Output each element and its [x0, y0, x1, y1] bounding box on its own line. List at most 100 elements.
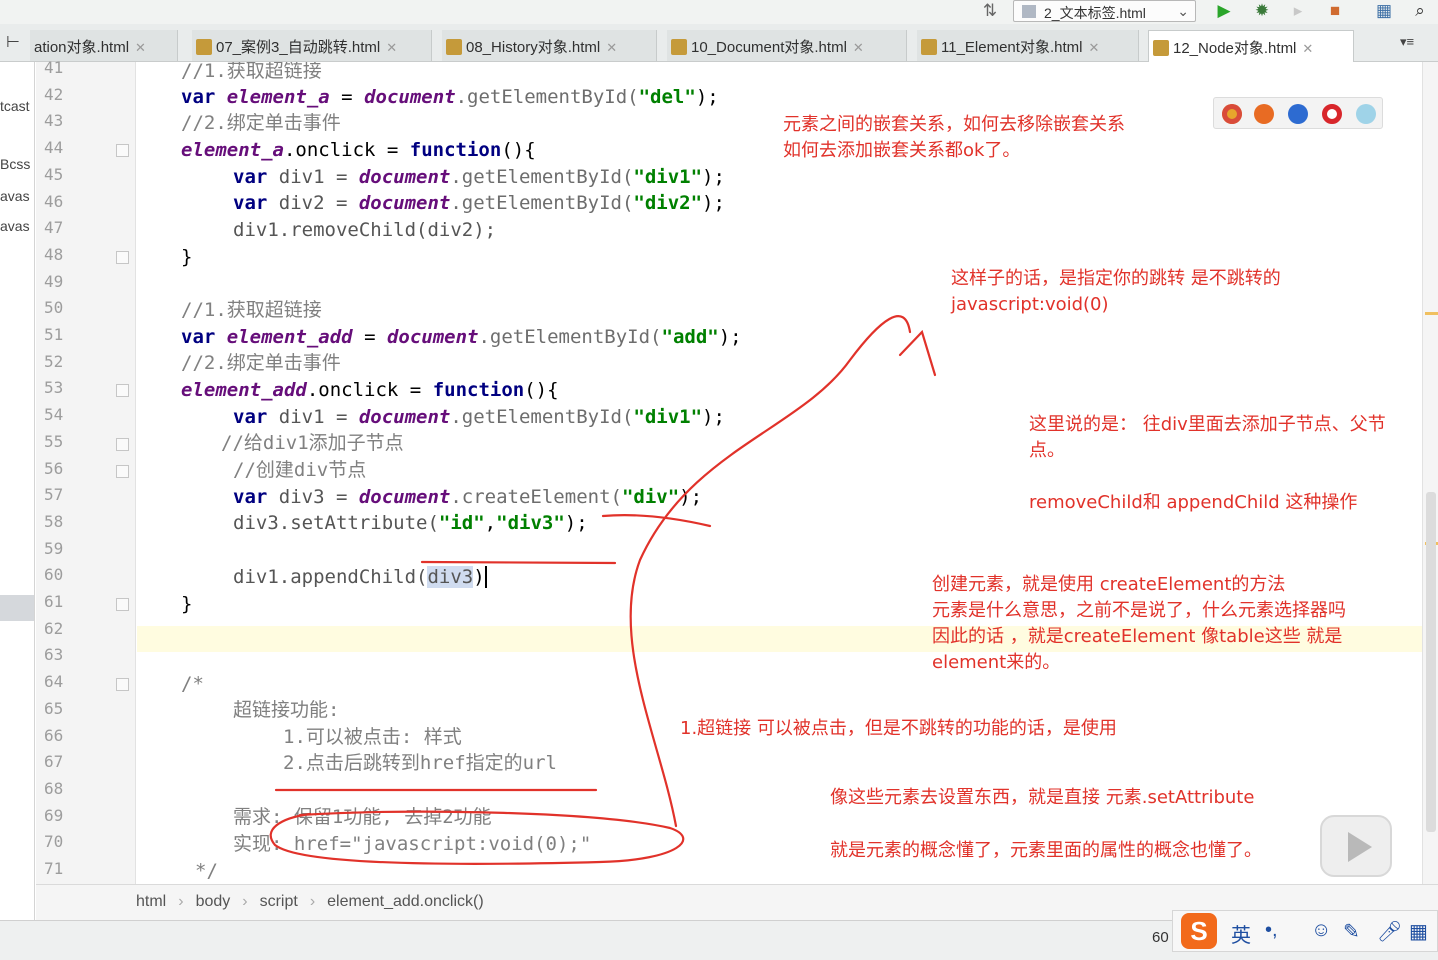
html-file-icon [1153, 40, 1169, 56]
html-file-icon [196, 39, 212, 55]
pen-icon[interactable]: ✎ [1343, 919, 1360, 944]
line-number: 51 [44, 325, 64, 344]
code-line-56: //创建div节点 [233, 459, 367, 481]
tab-label: 10_Document对象.html [691, 39, 847, 56]
run-icon[interactable]: ▶ [1214, 2, 1234, 20]
code-line-60: div1.appendChild(div3) [233, 566, 487, 588]
safari-icon[interactable] [1356, 104, 1376, 124]
editor-scrollbar[interactable] [1422, 62, 1438, 884]
emoji-icon[interactable]: ☺ [1311, 919, 1331, 942]
tab-list-icon[interactable]: ▾≡ [1400, 34, 1414, 50]
project-item[interactable]: Bcss [0, 156, 34, 172]
close-icon[interactable]: ✕ [1302, 41, 1313, 56]
annotation-concept: 就是元素的概念懂了，元素里面的属性的概念也懂了。 [830, 840, 1262, 861]
opera-icon[interactable] [1322, 104, 1342, 124]
annotation-nesting-line1: 元素之间的嵌套关系，如何去移除嵌套关系 [783, 114, 1125, 135]
project-item[interactable]: avas [0, 188, 34, 204]
tab-element[interactable]: 11_Element对象.html ✕ [917, 30, 1139, 61]
code-line-44: element_a.onclick = function(){ [181, 139, 536, 161]
fold-marker-icon[interactable] [116, 384, 129, 398]
project-item[interactable]: avas [0, 218, 34, 234]
ime-toolbar: S 英 •, ☺ ✎ 🎤︎ ▦ [1172, 910, 1438, 952]
code-line-45: var div1 = document.getElementById("div1… [233, 166, 725, 188]
tab-label: 08_History对象.html [466, 39, 601, 56]
code-line-53: element_add.onclick = function(){ [181, 379, 559, 401]
code-line-58: div3.setAttribute("id","div3"); [233, 512, 588, 534]
html-file-icon [1022, 5, 1036, 18]
tab-label: 07_案例3_自动跳转.html [216, 39, 381, 56]
code-line-64: /* [181, 673, 204, 695]
firefox-icon[interactable] [1254, 104, 1274, 124]
video-play-button[interactable] [1320, 815, 1392, 877]
editor-tab-bar: ⊢ ation对象.html ✕ 07_案例3_自动跳转.html ✕ 08_His… [0, 24, 1438, 63]
project-item[interactable]: tcast [0, 98, 34, 114]
code-line-67: 2.点击后跳转到href指定的url [283, 752, 557, 774]
stop-icon[interactable]: ■ [1325, 2, 1345, 20]
breadcrumb-item[interactable]: script [260, 893, 298, 910]
fold-marker-icon[interactable] [116, 437, 129, 451]
line-number: 59 [44, 538, 64, 558]
fold-marker-icon[interactable] [116, 598, 129, 611]
breadcrumb-item[interactable]: element_add.onclick() [327, 893, 484, 910]
caret-position[interactable]: 60 [1152, 929, 1169, 946]
code-line-47: div1.removeChild(div2); [233, 219, 497, 241]
grid-menu-icon[interactable]: ▦ [1409, 919, 1428, 944]
sogou-logo-icon[interactable]: S [1181, 913, 1217, 949]
line-number: 63 [44, 645, 64, 665]
line-number: 62 [44, 618, 64, 638]
line-number: 65 [44, 698, 64, 718]
code-line-55: //给div1添加子节点 [221, 432, 404, 454]
fold-marker-icon[interactable] [116, 144, 129, 158]
code-line-54: var div1 = document.getElementById("div1… [233, 406, 725, 428]
fold-marker-icon[interactable] [116, 464, 129, 478]
code-line-71: */ [195, 860, 218, 882]
code-editor[interactable]: //1.获取超链接 var element_a = document.getEl… [137, 62, 1422, 884]
html-file-icon [921, 39, 937, 55]
fold-marker-icon[interactable] [116, 250, 129, 264]
tab-location[interactable]: ation对象.html ✕ [30, 30, 178, 61]
annotation-void-line2: javascript:void(0) [951, 294, 1109, 315]
structure-icon[interactable]: ▦ [1374, 2, 1394, 20]
tab-label: ation对象.html [34, 39, 130, 56]
line-number: 48 [44, 244, 64, 264]
tab-node[interactable]: 12_Node对象.html ✕ [1148, 30, 1354, 63]
ime-language-toggle[interactable]: 英 [1231, 919, 1251, 948]
close-icon[interactable]: ✕ [606, 40, 617, 55]
fold-marker-icon[interactable] [116, 678, 129, 692]
line-number: 43 [44, 111, 64, 131]
project-pane: tcast Bcss avas avas [0, 62, 35, 960]
line-number: 56 [44, 458, 64, 478]
browser-preview-bar [1213, 97, 1383, 129]
search-icon[interactable]: ⌕ [1410, 2, 1430, 20]
ie-icon[interactable] [1288, 104, 1308, 124]
line-number: 55 [44, 431, 64, 451]
microphone-icon[interactable]: 🎤︎ [1377, 919, 1402, 944]
warning-marker[interactable] [1425, 312, 1438, 315]
line-number: 42 [44, 84, 64, 104]
scroll-thumb[interactable] [1426, 492, 1436, 832]
breadcrumb-item[interactable]: html [136, 893, 166, 910]
sort-icon[interactable]: ⇅ [980, 2, 1000, 20]
line-number: 58 [44, 511, 64, 531]
close-icon[interactable]: ✕ [135, 40, 146, 55]
code-line-52: //2.绑定单击事件 [181, 352, 341, 374]
tab-auto-jump[interactable]: 07_案例3_自动跳转.html ✕ [192, 30, 432, 61]
line-number: 66 [44, 725, 64, 745]
line-number: 61 [44, 592, 64, 611]
ime-punctuation-toggle[interactable]: •, [1265, 919, 1278, 942]
annotation-void-line1: 这样子的话，是指定你的跳转 是不跳转的 [951, 268, 1281, 289]
tab-history[interactable]: 08_History对象.html ✕ [442, 30, 657, 61]
top-toolbar: ⇅ 2_文本标签.html ⌄ ▶ ✹ ▸ ■ ▦ ⌕ [0, 0, 1438, 24]
collapse-tabs-icon[interactable]: ⊢ [6, 32, 20, 52]
coverage-icon[interactable]: ▸ [1288, 2, 1308, 20]
line-number: 50 [44, 298, 64, 318]
chrome-icon[interactable] [1222, 104, 1242, 124]
line-number: 60 [44, 565, 64, 585]
run-config-select[interactable]: 2_文本标签.html ⌄ [1013, 0, 1196, 22]
breadcrumb-item[interactable]: body [196, 893, 231, 910]
close-icon[interactable]: ✕ [1088, 40, 1099, 55]
tab-document[interactable]: 10_Document对象.html ✕ [667, 30, 907, 61]
close-icon[interactable]: ✕ [386, 40, 397, 55]
debug-icon[interactable]: ✹ [1252, 2, 1272, 20]
close-icon[interactable]: ✕ [853, 40, 864, 55]
